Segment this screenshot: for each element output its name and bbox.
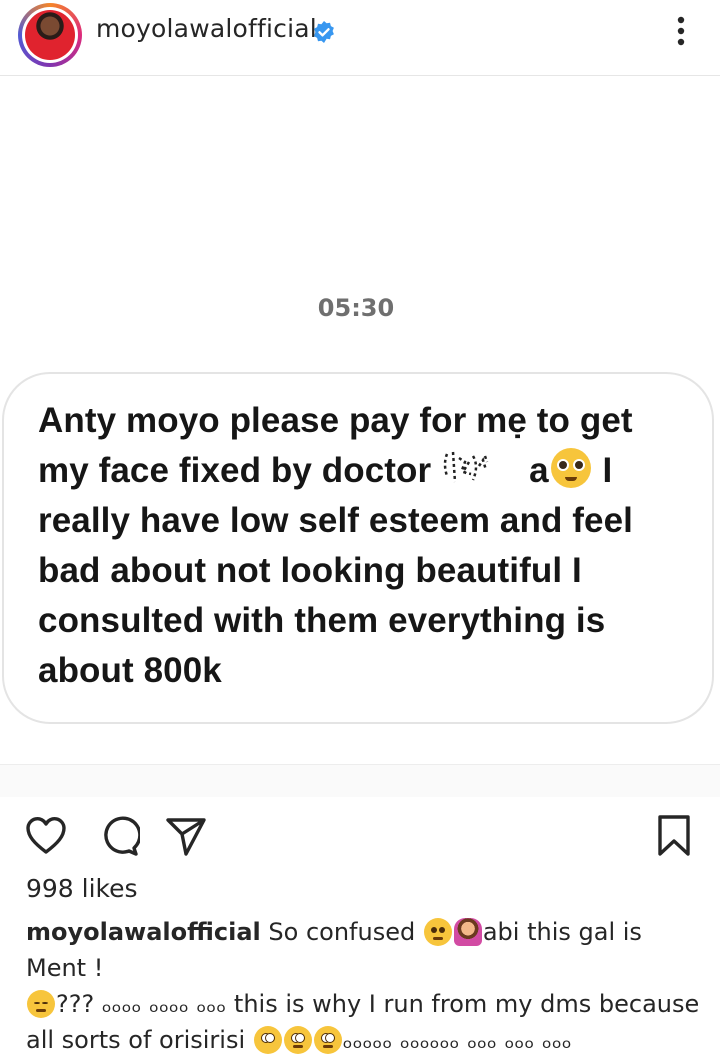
redaction-scribble [443, 451, 489, 483]
message-text: Anty moyo please pay for mẹ to get my fa… [38, 396, 682, 696]
weary-face-icon [423, 918, 452, 946]
bookmark-icon[interactable] [656, 814, 692, 858]
post-caption: moyolawalofficial So confused abi this g… [26, 914, 706, 1058]
caption-username[interactable]: moyolawalofficial [26, 918, 261, 946]
heart-icon[interactable] [24, 814, 68, 858]
message-bubble: Anty moyo please pay for mẹ to get my fa… [2, 372, 714, 724]
post-divider [0, 764, 720, 797]
more-options-icon[interactable] [670, 14, 692, 48]
send-icon[interactable] [164, 814, 208, 858]
post-image: 05:30 Anty moyo please pay for mẹ to get… [0, 76, 720, 764]
comment-icon[interactable] [96, 814, 140, 858]
person-gesturing-icon [453, 918, 482, 946]
eye-roll-face-icon [283, 1026, 312, 1054]
post-header: moyolawalofficial [0, 0, 720, 76]
likes-count[interactable]: 998 likes [26, 874, 138, 903]
caption-text-4: ₒₒₒₒₒ ₒₒₒₒₒₒ ₒₒₒ ₒₒₒ ₒₒₒ [342, 1026, 572, 1054]
redacted-name-visible: a [529, 451, 549, 490]
header-username[interactable]: moyolawalofficial [96, 14, 317, 43]
pleading-face-icon [550, 448, 591, 488]
verified-badge-icon [314, 21, 334, 43]
caption-text-1: So confused [260, 918, 423, 946]
eye-roll-face-icon [313, 1026, 342, 1054]
pensive-face-icon [27, 990, 55, 1018]
avatar[interactable] [18, 3, 82, 67]
message-timestamp: 05:30 [317, 294, 395, 322]
flushed-face-icon [253, 1026, 282, 1054]
action-bar [0, 810, 720, 866]
